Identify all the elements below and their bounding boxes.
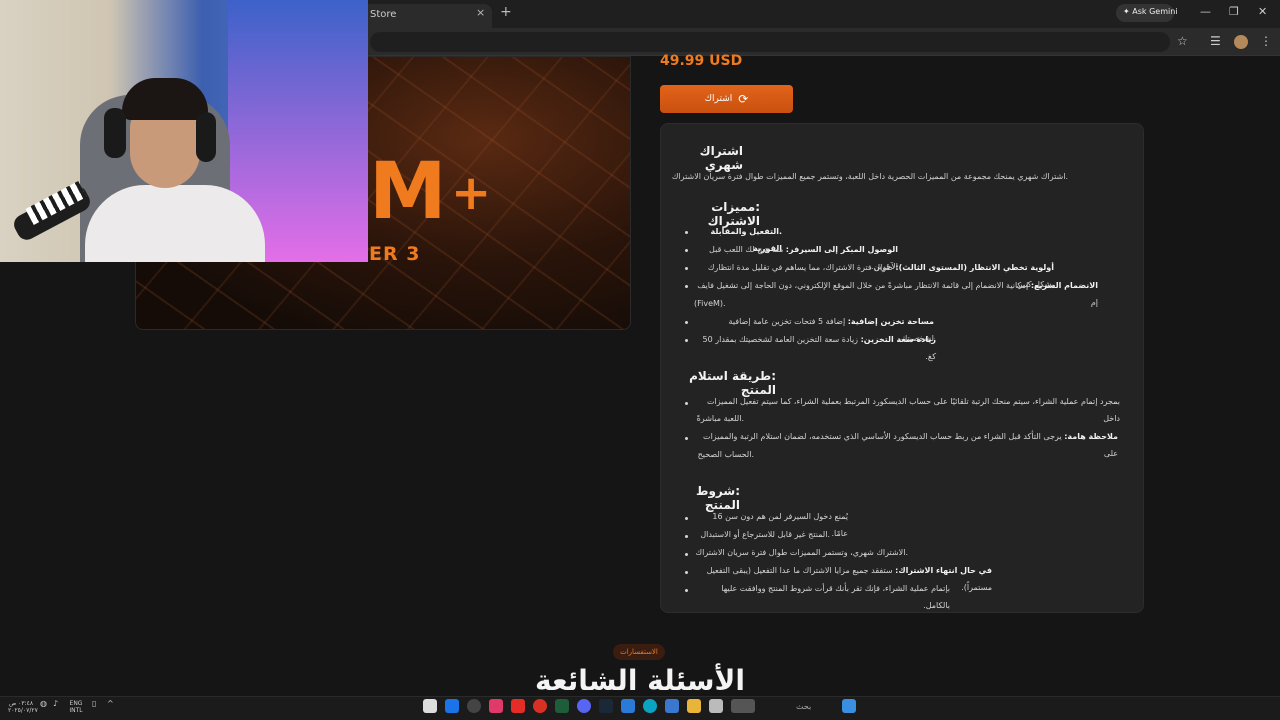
tab-search-icon[interactable]: ☰ [1210,34,1221,48]
steam-icon[interactable] [599,699,613,713]
volume-icon[interactable]: ♪ [53,700,58,708]
feature-item-continued: (FiveM). [694,299,726,308]
bookmark-star-icon[interactable]: ☆ [1177,34,1188,48]
browser-tab[interactable]: Store [362,4,492,28]
ask-gemini-button[interactable]: ✦ Ask Gemini [1116,4,1178,22]
tiktok-icon[interactable] [489,699,503,713]
youtube-icon[interactable] [511,699,525,713]
delivery-item: ملاحظة هامة: يرجى التأكد قبل الشراء من ر… [703,432,1118,458]
start-icon[interactable] [842,699,856,713]
discord-icon[interactable] [577,699,591,713]
taskbar-search[interactable]: بحث [796,702,811,711]
battery-icon[interactable]: ▯ [92,700,96,708]
clock[interactable]: ٠٣:٤٨ ص ٢٠٢٥/٠٧/٢٧ [8,700,38,714]
profile-avatar[interactable] [1234,35,1248,49]
delivery-item-continued: .اللعبة مباشرةً [696,414,744,423]
language-indicator[interactable]: ENG INTL [68,700,84,714]
webcam-overlay [0,0,368,262]
terms-item: .المنتج غير قابل للاسترجاع أو الاستبدال [700,530,830,539]
taskbar-app-icon[interactable] [467,699,481,713]
bullet [685,535,688,538]
bullet [685,321,688,324]
chrome-icon[interactable] [533,699,547,713]
terms-item: بإتمام عملية الشراء، فإنك تقر بأنك قرأت … [721,584,950,610]
taskbar-app-icon[interactable] [621,699,635,713]
delivery-item-continued: .الحساب الصحيح [697,450,754,459]
tray-chevron-icon[interactable]: ^ [107,700,114,708]
delivery-item: بمجرد إتمام عملية الشراء، سيتم منحك الرت… [706,397,1120,423]
menu-icon[interactable]: ⋮ [1260,34,1272,48]
bullet [685,249,688,252]
refresh-icon: ⟳ [738,92,749,106]
minimize-icon[interactable]: — [1200,5,1211,18]
webcam-person-hair [122,78,208,120]
bullet [685,402,688,405]
tab-close-icon[interactable]: × [476,6,485,19]
card-title: اشتراك شهري [699,144,743,172]
faq-pill: الاستفسارات [613,644,665,660]
bullet [685,231,688,234]
bullet [685,517,688,520]
maximize-icon[interactable]: ❐ [1229,5,1239,18]
webcam-headset-left [104,108,126,158]
product-price: 49.99 USD [660,53,743,69]
feature-item: زيادة سعة التخزين: زيادة سعة التخزين الع… [702,335,936,361]
bullet [685,589,688,592]
product-tier-label: ER 3 [369,243,421,265]
webcam-person-shirt [85,185,265,262]
bullet [685,267,688,270]
card-intro: .اشتراك شهري يمنحك مجموعة من المميزات ال… [671,172,1068,181]
taskbar-app-icon[interactable] [423,699,437,713]
subscribe-button[interactable]: اشتراك ⟳ [660,85,793,113]
network-icon[interactable]: ◍ [40,700,47,708]
taskbar-app-icon[interactable] [445,699,459,713]
bullet [685,285,688,288]
address-bar[interactable] [370,32,1170,52]
close-window-icon[interactable]: ✕ [1258,5,1267,18]
screen: Store × + ✦ Ask Gemini — ❐ ✕ ☆ ☰ ⋮ M + E… [0,0,1280,720]
product-logo-plus: + [451,165,492,221]
webcam-headset-right [196,112,216,162]
tab-title: Store [370,9,397,20]
feature-item: الانضمام السريع: إمكانية الانضمام إلى قا… [697,281,1098,307]
file-explorer-icon[interactable] [687,699,701,713]
bullet [685,571,688,574]
bullet [685,437,688,440]
new-tab-button[interactable]: + [500,4,512,20]
taskbar-app-icon[interactable] [709,699,723,713]
gemini-icon: ✦ [1123,7,1133,16]
gemini-label: Ask Gemini [1132,7,1178,16]
subscribe-label: اشتراك [704,94,733,104]
taskbar-app-icon[interactable] [665,699,679,713]
bullet [685,339,688,342]
terms-item: .الاشتراك شهري، وتستمر المميزات طوال فتر… [695,548,908,557]
product-logo: M [369,147,447,237]
faq-title: الأسئلة الشائعة [535,664,745,697]
bullet [685,553,688,556]
taskbar-app-icon[interactable] [731,699,755,713]
edge-icon[interactable] [643,699,657,713]
taskbar-app-icon[interactable] [555,699,569,713]
windows-taskbar [0,696,1280,720]
